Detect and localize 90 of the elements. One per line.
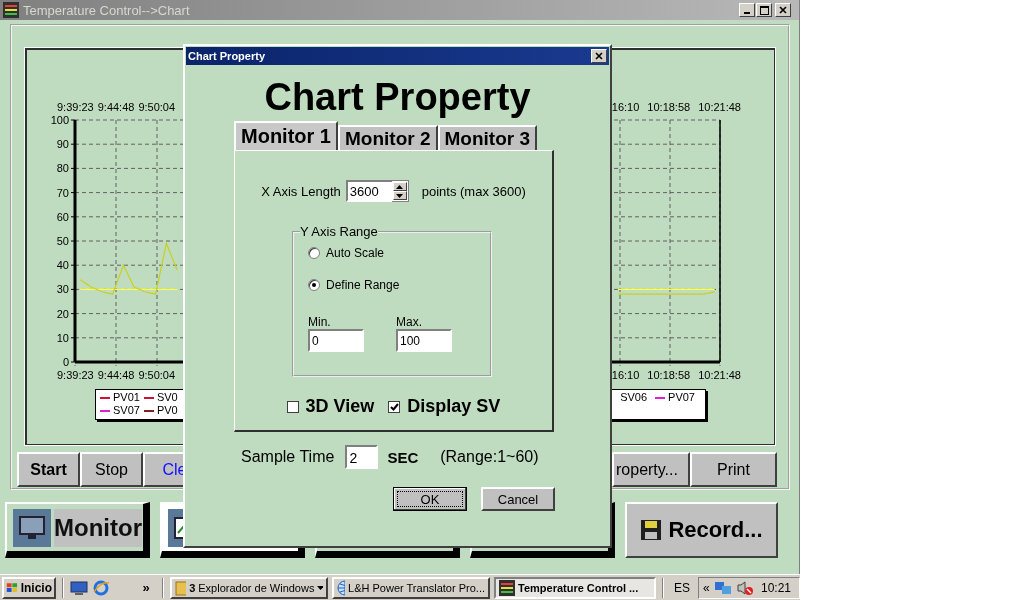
nav-button[interactable]: Monitor <box>5 502 150 558</box>
axis-label: 50 <box>56 234 69 247</box>
toolbar-button[interactable]: Stop <box>80 452 143 487</box>
axis-label: 30 <box>56 283 69 296</box>
taskbar-button[interactable]: L&H Power Translator Pro... <box>332 576 490 599</box>
axis-label: 16:10 <box>611 100 640 114</box>
axis-label: 16:10 <box>611 368 640 382</box>
legend-label: PV0 <box>156 404 178 417</box>
monitor-icon <box>18 514 46 541</box>
app-icon <box>3 2 19 18</box>
axis-label: 9:50:04 <box>138 100 176 114</box>
language-indicator[interactable]: ES <box>670 580 694 595</box>
axis-label: 70 <box>56 186 69 199</box>
axis-label: 10:18:58 <box>647 100 691 114</box>
axis-label: 90 <box>56 138 69 151</box>
muted-speaker-icon[interactable] <box>735 579 754 596</box>
desktop-icon[interactable] <box>70 578 88 597</box>
field-label: Max. <box>396 315 423 329</box>
axis-label: 10 <box>56 331 69 344</box>
legend-label: PV01 <box>113 391 140 404</box>
dropdown-icon <box>317 585 323 590</box>
toolbar-button[interactable]: Start <box>17 452 80 487</box>
input-field[interactable]: 0 <box>308 329 364 352</box>
cancel-button[interactable]: Cancel <box>481 487 555 511</box>
axis-label: 9:44:48 <box>97 368 135 382</box>
checkbox-label: 3D View <box>305 396 375 417</box>
axis-label: 40 <box>56 259 69 272</box>
tab[interactable]: Monitor 2 <box>338 125 438 150</box>
start-menu-button[interactable]: Inicio <box>2 576 56 599</box>
group-label: Y Axis Range <box>300 224 378 239</box>
ok-button[interactable]: OK <box>393 487 467 511</box>
taskbar-button[interactable]: Temperature Control ... <box>494 576 656 599</box>
taskbar-button[interactable]: 3 Explorador de Windows <box>170 576 328 599</box>
field-hint: points (max 3600) <box>421 183 526 199</box>
dialog-heading: Chart Property <box>263 75 532 119</box>
maximize-icon <box>759 5 769 15</box>
clock: 10:21 <box>760 580 791 595</box>
field-label: Sample Time <box>241 448 335 466</box>
checkbox[interactable] <box>388 400 401 413</box>
field-label: X Axis Length <box>261 183 341 199</box>
toolbar-button[interactable]: Print <box>690 452 777 487</box>
radio-label: Auto Scale <box>326 246 385 260</box>
input-field[interactable]: 2 <box>345 445 379 469</box>
checkbox-label: Display SV <box>407 396 501 417</box>
tab[interactable]: Monitor 3 <box>437 125 537 150</box>
toolbar-button[interactable]: roperty... <box>612 452 690 487</box>
axis-label: 9:50:04 <box>138 368 176 382</box>
app-icon <box>499 579 515 596</box>
close-icon <box>595 52 603 60</box>
record-button[interactable]: Record... <box>625 502 778 558</box>
maximize-button[interactable] <box>756 3 772 17</box>
axis-label: 10:18:58 <box>647 368 691 382</box>
axis-label: 100 <box>50 114 69 126</box>
close-button[interactable] <box>775 3 791 17</box>
browser-icon[interactable] <box>92 578 110 597</box>
legend-label: SV07 <box>113 404 140 417</box>
unit-label: SEC <box>387 448 419 466</box>
axis-label: 9:39:23 <box>57 368 94 382</box>
more-chevron[interactable]: » <box>136 580 156 595</box>
close-icon <box>779 6 787 14</box>
folder-icon <box>175 579 187 596</box>
axis-label: 9:39:23 <box>57 100 94 114</box>
legend-label: SV0 <box>156 391 178 404</box>
close-button[interactable] <box>591 49 607 63</box>
dialog-title: Chart Property <box>188 50 266 62</box>
axis-label: 20 <box>56 307 69 320</box>
radio-label: Define Range <box>326 278 400 292</box>
axis-label: 10:21:48 <box>698 100 741 114</box>
axis-label: 10:21:48 <box>698 368 741 382</box>
legend-label: SV06 <box>620 391 648 404</box>
field-label: Min. <box>308 315 332 329</box>
axis-label: 0 <box>62 355 69 368</box>
windows-flag-icon <box>6 580 19 595</box>
check-icon <box>389 402 399 411</box>
axis-label: 80 <box>56 162 69 175</box>
window-title: Temperature Control-->Chart <box>23 2 191 18</box>
range-hint: (Range:1~60) <box>440 448 539 466</box>
network-icon[interactable] <box>713 579 732 596</box>
legend-label: PV07 <box>668 391 695 404</box>
minimize-button[interactable] <box>739 3 755 17</box>
floppy-icon <box>640 519 663 541</box>
axis-label: 60 <box>56 210 69 223</box>
tab[interactable]: Monitor 1 <box>234 121 338 150</box>
checkbox[interactable] <box>286 400 299 413</box>
input-field[interactable]: 100 <box>396 329 452 352</box>
globe-icon <box>337 579 346 596</box>
radio-button[interactable] <box>308 279 320 291</box>
axis-label: 9:44:48 <box>97 100 135 114</box>
tray-chevron[interactable]: « <box>703 580 710 595</box>
radio-button[interactable] <box>308 247 320 259</box>
